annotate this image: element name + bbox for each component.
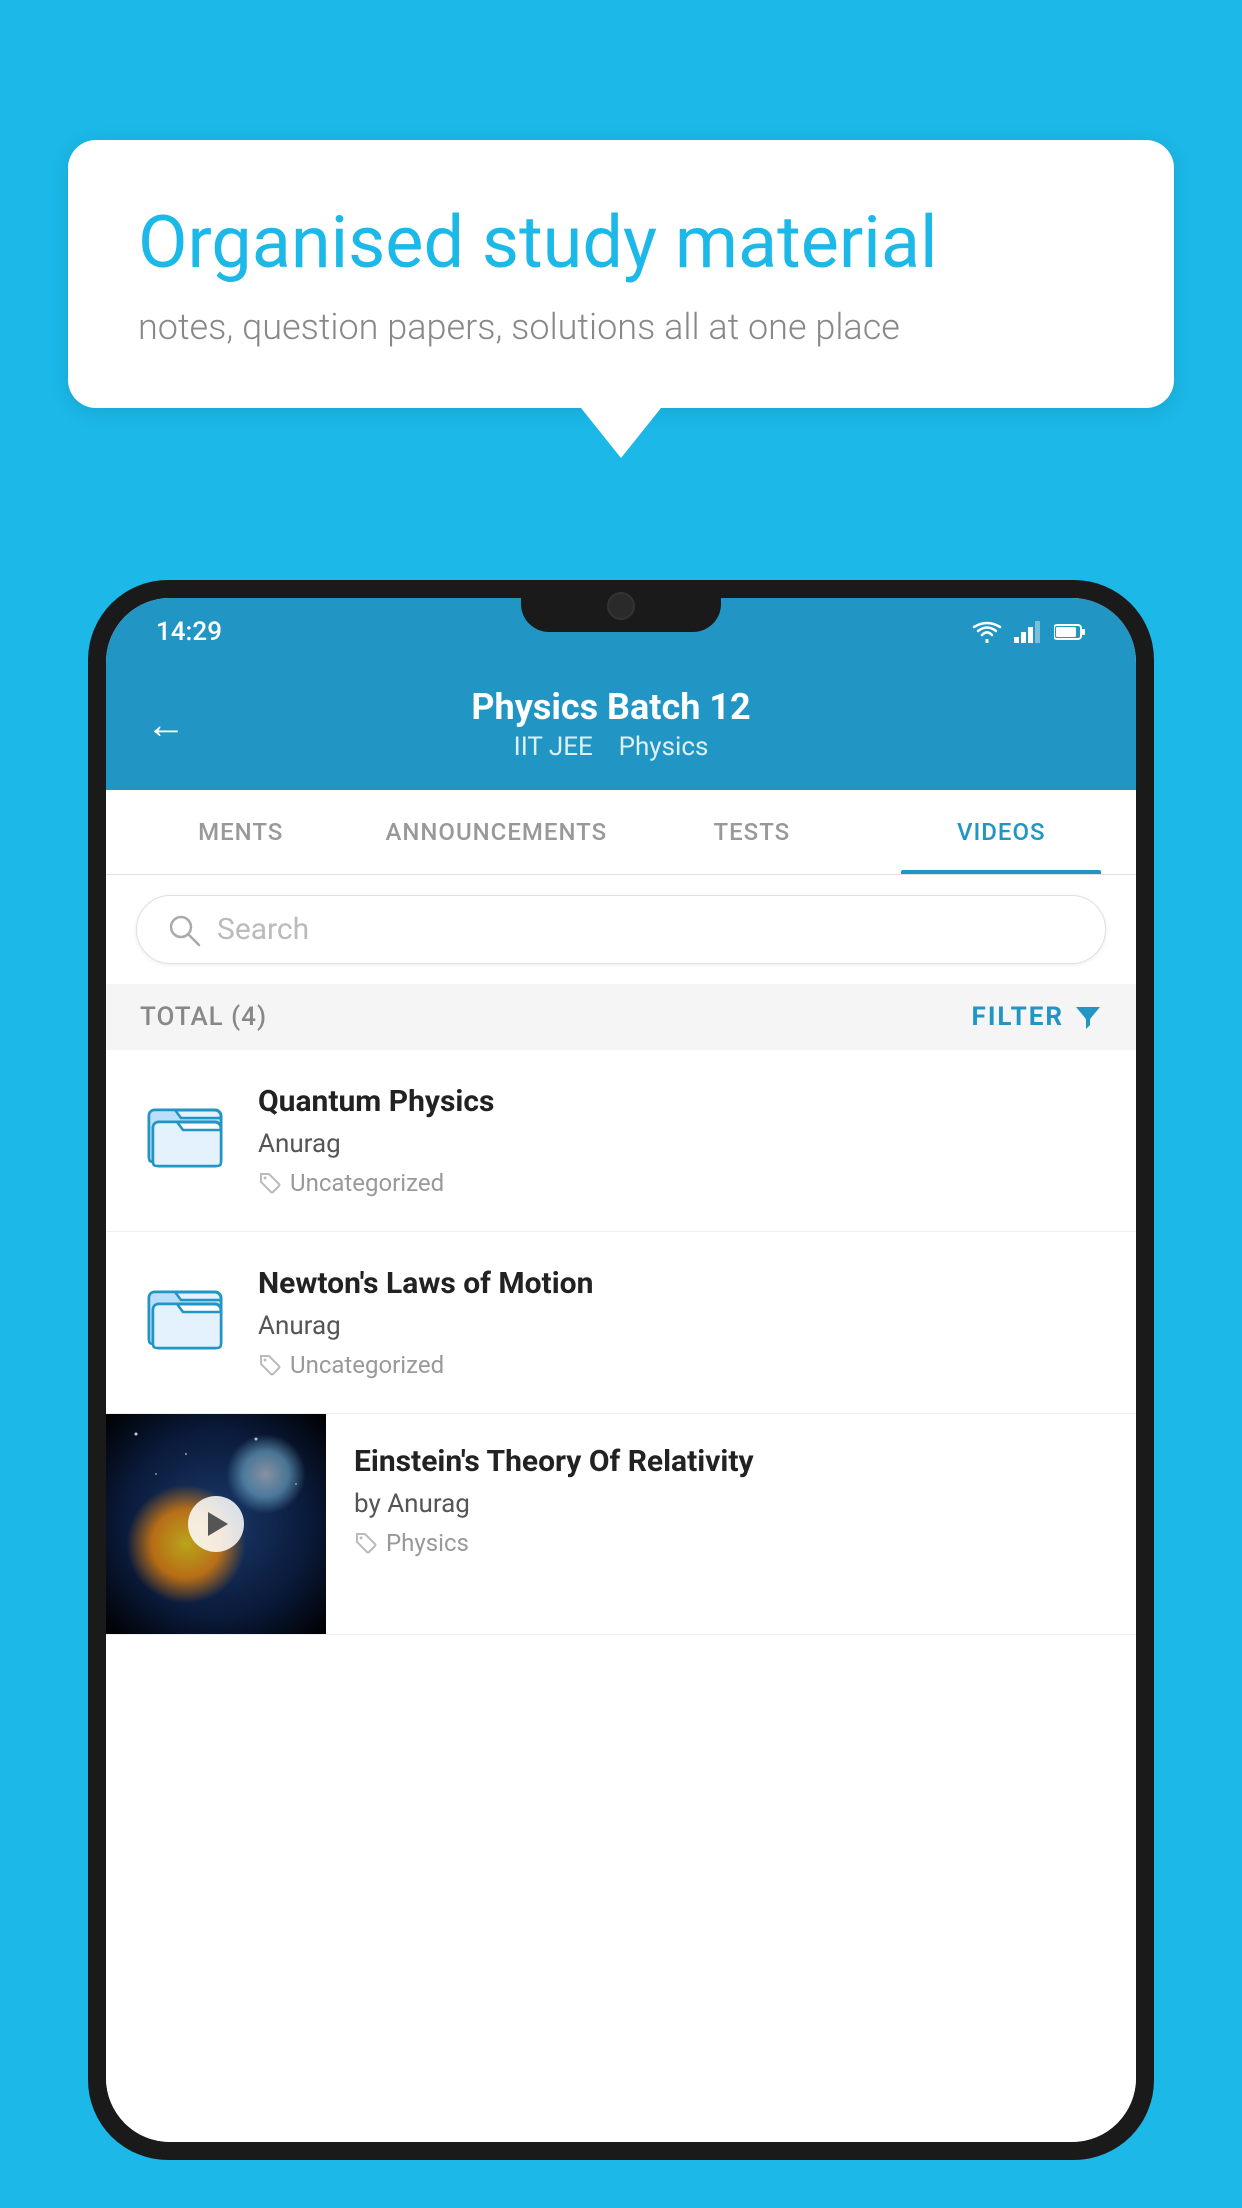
speech-bubble-subtitle: notes, question papers, solutions all at… [138, 306, 1104, 348]
folder-icon-wrap [140, 1090, 230, 1170]
phone-screen: 14:29 [106, 598, 1136, 2142]
video-author: Anurag [258, 1311, 1102, 1341]
video-tag: Physics [354, 1529, 1108, 1557]
speech-bubble-title: Organised study material [138, 200, 1104, 286]
header-subtitle: IIT JEE Physics [216, 732, 1006, 762]
video-info: Newton's Laws of Motion Anurag Uncategor… [258, 1266, 1102, 1379]
folder-icon [145, 1272, 225, 1352]
phone-camera [607, 592, 635, 620]
tabs-bar: MENTS ANNOUNCEMENTS TESTS VIDEOS [106, 790, 1136, 875]
signal-icon [1014, 621, 1042, 643]
battery-icon [1054, 623, 1086, 641]
video-tag: Uncategorized [258, 1169, 1102, 1197]
video-title: Newton's Laws of Motion [258, 1266, 1102, 1301]
speech-bubble-card: Organised study material notes, question… [68, 140, 1174, 408]
video-thumbnail [106, 1414, 326, 1634]
tab-tests[interactable]: TESTS [627, 790, 876, 874]
header-subtitle-iitjee: IIT JEE [514, 732, 593, 762]
speech-bubble-arrow [581, 408, 661, 458]
video-title: Quantum Physics [258, 1084, 1102, 1119]
list-item[interactable]: Newton's Laws of Motion Anurag Uncategor… [106, 1232, 1136, 1414]
status-time: 14:29 [156, 617, 222, 647]
play-triangle-icon [208, 1512, 228, 1536]
wifi-icon [972, 621, 1002, 643]
header-subtitle-physics: Physics [619, 732, 709, 762]
filter-button[interactable]: FILTER [972, 1002, 1102, 1032]
list-item[interactable]: Einstein's Theory Of Relativity by Anura… [106, 1414, 1136, 1635]
search-input-wrapper[interactable]: Search [136, 895, 1106, 964]
phone-outer: 14:29 [88, 580, 1154, 2160]
back-button[interactable]: ← [146, 701, 186, 748]
video-author: by Anurag [354, 1489, 1108, 1519]
phone-notch [521, 580, 721, 632]
list-item[interactable]: Quantum Physics Anurag Uncategorized [106, 1050, 1136, 1232]
search-container: Search [106, 875, 1136, 984]
video-info: Einstein's Theory Of Relativity by Anura… [326, 1414, 1136, 1587]
video-info: Quantum Physics Anurag Uncategorized [258, 1084, 1102, 1197]
search-icon [167, 913, 201, 947]
video-tag: Uncategorized [258, 1351, 1102, 1379]
app-header: ← Physics Batch 12 IIT JEE Physics [106, 666, 1136, 790]
tag-icon [354, 1531, 378, 1555]
filter-funnel-icon [1074, 1003, 1102, 1031]
speech-bubble-section: Organised study material notes, question… [68, 140, 1174, 458]
tab-announcements[interactable]: ANNOUNCEMENTS [365, 790, 627, 874]
phone-mockup: 14:29 [88, 580, 1154, 2208]
content-area: Quantum Physics Anurag Uncategorized [106, 1050, 1136, 2142]
play-button[interactable] [188, 1496, 244, 1552]
total-count: TOTAL (4) [140, 1002, 267, 1032]
search-input[interactable]: Search [217, 912, 309, 947]
video-title: Einstein's Theory Of Relativity [354, 1444, 1108, 1479]
folder-icon-wrap [140, 1272, 230, 1352]
tag-icon [258, 1353, 282, 1377]
filter-row: TOTAL (4) FILTER [106, 984, 1136, 1050]
folder-icon [145, 1090, 225, 1170]
tag-icon [258, 1171, 282, 1195]
status-icons [972, 621, 1086, 643]
header-title: Physics Batch 12 [216, 686, 1006, 728]
tab-documents[interactable]: MENTS [116, 790, 365, 874]
header-title-area: Physics Batch 12 IIT JEE Physics [216, 686, 1006, 762]
video-author: Anurag [258, 1129, 1102, 1159]
tab-videos[interactable]: VIDEOS [877, 790, 1126, 874]
